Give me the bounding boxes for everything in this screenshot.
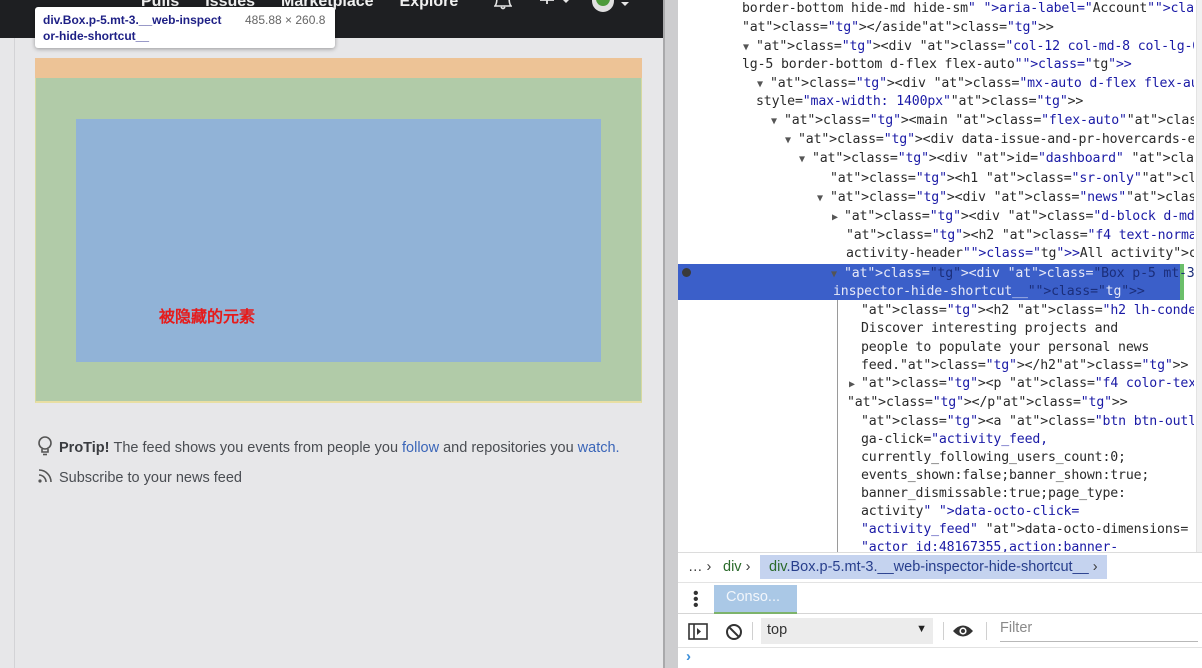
subscribe-feed-link[interactable]: Subscribe to your news feed [37,468,242,488]
collapse-triangle-icon[interactable]: ▶ [832,209,838,228]
web-page: Pulls Issues Marketplace Explore div.Box… [0,0,663,668]
filter-input[interactable]: Filter [1000,620,1198,642]
tooltip-selector-line1: div.Box.p-5.mt-3.__web-inspect [43,13,222,27]
filter-placeholder: Filter [1000,620,1033,636]
panel-resize-divider[interactable] [663,0,678,668]
tab-console[interactable]: Conso... [714,585,797,615]
tooltip-selector-line2: or-hide-shortcut__ [43,29,150,43]
expand-triangle-icon[interactable]: ▼ [817,190,823,209]
dom-line[interactable]: style="max-width: 1400px""at">class="tg"… [756,93,1083,112]
breakpoint-dot-icon [682,268,691,277]
dom-line[interactable]: inspector-hide-shortcut__"">class="tg">> [833,283,1145,302]
breadcrumb-ellipsis[interactable]: … › [688,559,711,575]
screenshot-root: Pulls Issues Marketplace Explore div.Box… [0,0,1202,668]
dom-line[interactable]: ▼ "at">class="tg"><div "at">class="mx-aut… [757,75,1194,94]
breadcrumb-active-classes: .Box.p-5.mt-3.__web-inspector-hide-short… [786,559,1089,575]
context-selector-value: top [767,622,788,638]
dom-line[interactable]: Discover interesting projects and [861,320,1118,339]
dom-line[interactable]: feed."at">class="tg"></h2"at">class="tg"… [861,357,1188,376]
dom-line[interactable]: ga-click="activity_feed, [861,431,1048,450]
dom-line[interactable]: ▼ "at">class="tg"><div "at">class="Box p-… [831,265,1194,284]
protip-text2: and repositories you [443,440,574,456]
element-breadcrumb: … › div › div.Box.p-5.mt-3.__web-inspect… [678,552,1202,582]
toolbar-separator [752,622,753,640]
dom-line[interactable]: lg-5 border-bottom d-flex flex-auto"">cl… [742,56,1132,75]
context-selector[interactable]: top ▼ [761,618,933,644]
dom-line[interactable]: ▶ "at">class="tg"><p "at">class="f4 color… [849,375,1194,394]
dom-line[interactable]: "at">class="tg"></aside"at">class="tg">> [742,19,1054,38]
dom-line[interactable]: ▼ "at">class="tg"><div data-issue-and-pr-… [785,131,1194,150]
dom-line[interactable]: "activity_feed" "at">data-octo-dimension… [861,521,1188,540]
dom-line[interactable]: activity-header"">class="tg">>All activi… [846,245,1194,264]
protip-bold: ProTip! [59,440,110,456]
dom-line[interactable]: ▼ "at">class="tg"><div "at">id="dashboard… [799,150,1194,169]
tab-console-label: Conso... [726,589,780,605]
expand-triangle-icon[interactable]: ▼ [799,151,805,170]
collapse-triangle-icon[interactable]: ▶ [849,376,855,395]
dom-line[interactable]: people to populate your personal news [861,339,1149,358]
devtools-panel: border-bottom hide-md hide-sm" ">aria-la… [678,0,1202,668]
avatar-caret-icon[interactable] [620,0,630,14]
more-options-icon[interactable]: • • • [693,586,699,614]
watch-link[interactable]: watch. [578,440,620,456]
dom-line[interactable]: "at">class="tg"><h2 "at">class="h2 lh-co… [861,302,1194,321]
dom-line[interactable]: "at">class="tg"><h2 "at">class="f4 text-… [846,227,1194,246]
show-sidebar-icon[interactable] [688,623,708,645]
clear-console-icon[interactable] [725,623,743,646]
subscribe-label: Subscribe to your news feed [59,470,242,486]
expand-triangle-icon[interactable]: ▼ [743,39,749,58]
dom-line[interactable]: "at">class="tg"></p"at">class="tg">> [847,394,1128,413]
toolbar-separator [943,622,944,640]
highlight-margin-box [35,58,642,78]
expand-triangle-icon[interactable]: ▼ [771,113,777,132]
nav-explore[interactable]: Explore [400,0,459,11]
toolbar-separator [986,622,987,640]
chevron-down-icon: ▼ [916,623,927,635]
page-column-border [14,38,15,668]
dom-line[interactable]: border-bottom hide-md hide-sm" ">aria-la… [742,0,1194,19]
dom-line[interactable]: activity" ">data-octo-click= [861,503,1079,522]
plus-dropdown-icon[interactable] [540,0,574,15]
inspector-tooltip: div.Box.p-5.mt-3.__web-inspect or-hide-s… [35,7,335,48]
expand-triangle-icon[interactable]: ▼ [785,132,791,151]
dom-line[interactable]: currently_following_users_count:0; [861,449,1126,468]
drawer-tab-bar: • • • Conso... [678,582,1202,615]
light-bulb-icon [37,436,53,460]
console-prompt[interactable]: › [686,648,691,665]
elements-dom-tree: border-bottom hide-md hide-sm" ">aria-la… [678,0,1194,552]
expand-triangle-icon[interactable]: ▼ [757,76,763,95]
breadcrumb-div[interactable]: div › [723,559,750,575]
rss-icon [37,468,53,488]
breadcrumb-div-text: div [723,559,742,575]
dom-line[interactable]: ▼ "at">class="tg"><main "at">class="flex-… [771,112,1194,131]
breadcrumb-active-tag: div [769,559,787,575]
protip-text1: The feed shows you events from people yo… [113,440,399,456]
dom-tree-scrollbar[interactable] [1196,0,1202,552]
highlight-content-box [76,119,601,362]
dom-line[interactable]: "actor_id:48167355,action:banner- [861,539,1118,552]
breadcrumb-active[interactable]: div.Box.p-5.mt-3.__web-inspector-hide-sh… [760,555,1107,579]
dom-line[interactable]: "at">class="tg"><h1 "at">class="sr-only"… [830,170,1194,189]
tree-guide-line [837,300,838,552]
protip: ProTip! The feed shows you events from p… [37,436,624,460]
hidden-element-label: 被隐藏的元素 [159,309,256,326]
dom-line[interactable]: events_shown:false;banner_shown:true; [861,467,1149,486]
console-toolbar: top ▼ Filter [678,614,1202,648]
dom-line[interactable]: "at">class="tg"><a "at">class="btn btn-o… [861,413,1194,432]
eye-icon[interactable] [952,623,974,644]
dom-line[interactable]: ▼ "at">class="tg"><div "at">class="col-12… [743,38,1194,57]
dom-line[interactable]: banner_dismissable:true;page_type: [861,485,1126,504]
dom-line[interactable]: ▼ "at">class="tg"><div "at">class="news""… [817,189,1194,208]
expand-triangle-icon[interactable]: ▼ [831,266,837,285]
avatar[interactable] [592,0,614,12]
dom-line[interactable]: ▶ "at">class="tg"><div "at">class="d-bloc… [832,208,1194,227]
follow-link[interactable]: follow [402,440,439,456]
tooltip-dimensions: 485.88 × 260.8 [245,13,326,27]
bell-icon[interactable] [493,0,513,15]
breadcrumb-dots-text: … [688,559,703,575]
